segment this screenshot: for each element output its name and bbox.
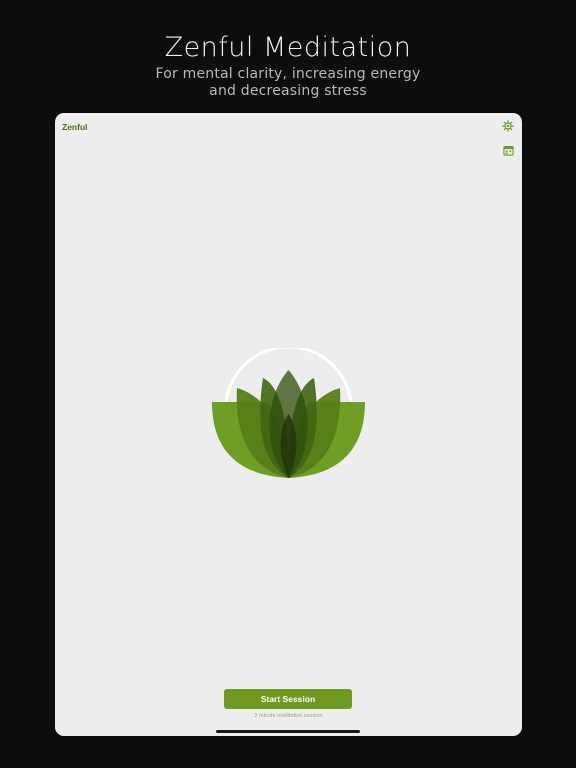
- calendar-icon: [502, 145, 514, 156]
- device-screen: Zenful Start Session 2 minute meditation…: [55, 113, 522, 736]
- promo-title: Zenful Meditation: [164, 32, 412, 63]
- home-indicator[interactable]: [216, 730, 360, 733]
- calendar-button[interactable]: [501, 143, 515, 157]
- gear-icon: [502, 120, 514, 132]
- lotus-icon: [212, 345, 365, 478]
- promo-subtitle: For mental clarity, increasing energy an…: [0, 66, 576, 100]
- lotus-logo: [210, 345, 367, 483]
- app-title: Zenful: [62, 122, 88, 132]
- promo-subtitle-line-1: For mental clarity, increasing energy: [155, 66, 421, 82]
- start-session-button[interactable]: Start Session: [224, 689, 352, 709]
- promo-subtitle-line-2: and decreasing stress: [209, 83, 367, 99]
- session-duration-caption: 2 minute meditation session: [254, 713, 323, 719]
- settings-button[interactable]: [501, 119, 515, 133]
